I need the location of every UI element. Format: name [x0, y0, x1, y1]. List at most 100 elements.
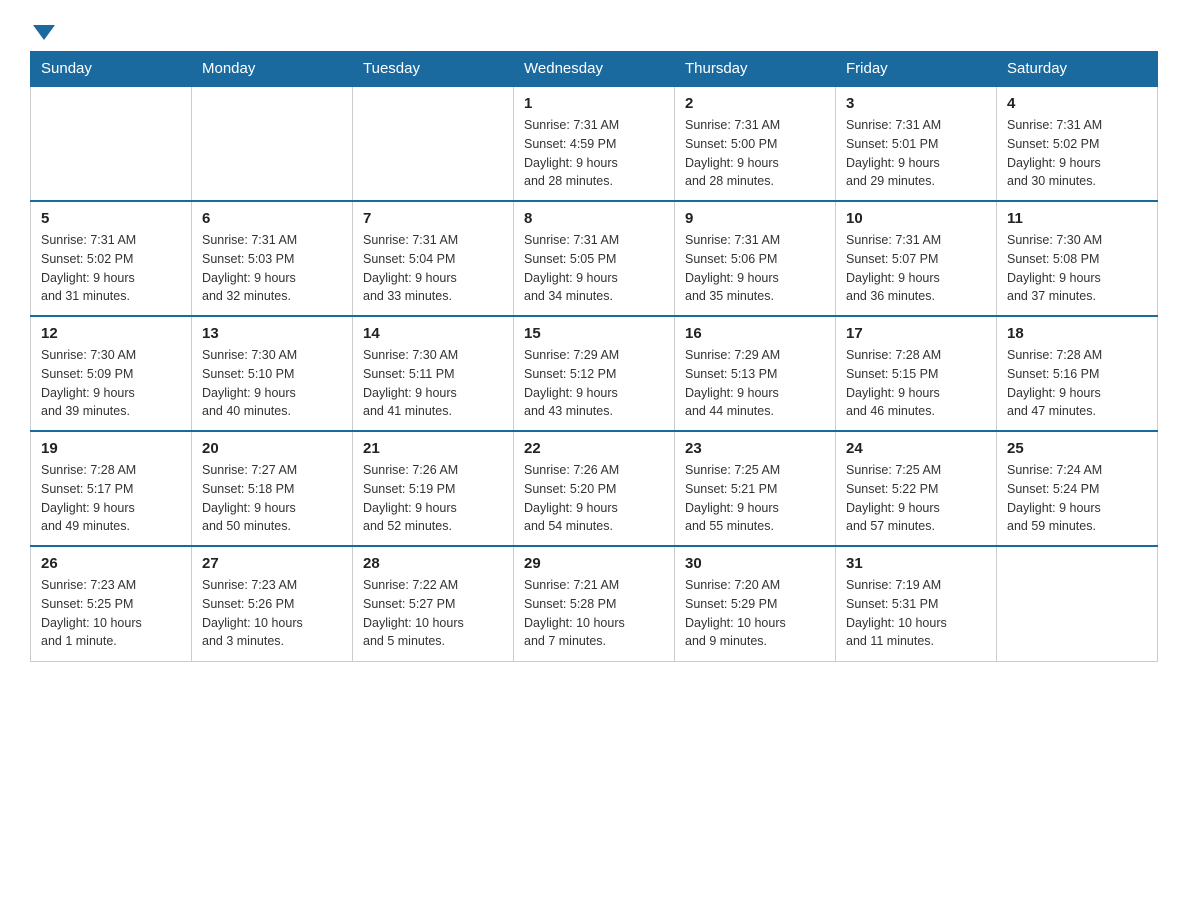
page-header	[30, 20, 1158, 35]
day-info: Sunrise: 7:31 AM Sunset: 5:04 PM Dayligh…	[363, 231, 503, 306]
day-info: Sunrise: 7:25 AM Sunset: 5:22 PM Dayligh…	[846, 461, 986, 536]
day-number: 23	[685, 440, 825, 457]
day-number: 12	[41, 325, 181, 342]
calendar-cell: 22 Sunrise: 7:26 AM Sunset: 5:20 PM Dayli…	[514, 431, 675, 546]
day-number: 6	[202, 210, 342, 227]
day-number: 8	[524, 210, 664, 227]
day-number: 16	[685, 325, 825, 342]
day-info: Sunrise: 7:26 AM Sunset: 5:20 PM Dayligh…	[524, 461, 664, 536]
calendar-cell: 18Sunrise: 7:28 AM Sunset: 5:16 PM Dayli…	[997, 316, 1158, 431]
calendar-cell	[31, 86, 192, 201]
day-number: 19	[41, 440, 181, 457]
calendar-cell: 30 Sunrise: 7:20 AM Sunset: 5:29 PM Dayli…	[675, 546, 836, 661]
weekday-header-saturday: Saturday	[997, 52, 1158, 87]
day-info: Sunrise: 7:30 AM Sunset: 5:10 PM Dayligh…	[202, 346, 342, 421]
day-info: Sunrise: 7:25 AM Sunset: 5:21 PM Dayligh…	[685, 461, 825, 536]
calendar-cell: 7 Sunrise: 7:31 AM Sunset: 5:04 PM Daylig…	[353, 201, 514, 316]
day-number: 13	[202, 325, 342, 342]
calendar-cell: 21Sunrise: 7:26 AM Sunset: 5:19 PM Dayli…	[353, 431, 514, 546]
day-info: Sunrise: 7:28 AM Sunset: 5:15 PM Dayligh…	[846, 346, 986, 421]
calendar-cell	[192, 86, 353, 201]
calendar-cell: 2 Sunrise: 7:31 AM Sunset: 5:00 PM Daylig…	[675, 86, 836, 201]
day-number: 27	[202, 555, 342, 572]
day-info: Sunrise: 7:22 AM Sunset: 5:27 PM Dayligh…	[363, 576, 503, 651]
weekday-header-friday: Friday	[836, 52, 997, 87]
day-info: Sunrise: 7:30 AM Sunset: 5:11 PM Dayligh…	[363, 346, 503, 421]
calendar-cell: 23 Sunrise: 7:25 AM Sunset: 5:21 PM Dayli…	[675, 431, 836, 546]
day-info: Sunrise: 7:28 AM Sunset: 5:17 PM Dayligh…	[41, 461, 181, 536]
weekday-header-sunday: Sunday	[31, 52, 192, 87]
day-number: 20	[202, 440, 342, 457]
calendar-week-row: 12 Sunrise: 7:30 AM Sunset: 5:09 PM Dayli…	[31, 316, 1158, 431]
calendar-header-row: SundayMondayTuesdayWednesdayThursdayFrid…	[31, 52, 1158, 87]
day-info: Sunrise: 7:31 AM Sunset: 4:59 PM Dayligh…	[524, 116, 664, 191]
day-info: Sunrise: 7:30 AM Sunset: 5:09 PM Dayligh…	[41, 346, 181, 421]
calendar-cell: 27 Sunrise: 7:23 AM Sunset: 5:26 PM Dayli…	[192, 546, 353, 661]
calendar-cell: 13 Sunrise: 7:30 AM Sunset: 5:10 PM Dayli…	[192, 316, 353, 431]
day-number: 2	[685, 95, 825, 112]
calendar-cell: 5 Sunrise: 7:31 AM Sunset: 5:02 PM Daylig…	[31, 201, 192, 316]
calendar-cell	[997, 546, 1158, 661]
day-number: 3	[846, 95, 986, 112]
day-number: 9	[685, 210, 825, 227]
calendar-cell: 31 Sunrise: 7:19 AM Sunset: 5:31 PM Dayli…	[836, 546, 997, 661]
calendar-cell: 28 Sunrise: 7:22 AM Sunset: 5:27 PM Dayli…	[353, 546, 514, 661]
calendar-week-row: 1 Sunrise: 7:31 AM Sunset: 4:59 PM Daylig…	[31, 86, 1158, 201]
calendar-cell: 24 Sunrise: 7:25 AM Sunset: 5:22 PM Dayli…	[836, 431, 997, 546]
day-number: 15	[524, 325, 664, 342]
day-number: 17	[846, 325, 986, 342]
calendar-week-row: 5 Sunrise: 7:31 AM Sunset: 5:02 PM Daylig…	[31, 201, 1158, 316]
day-info: Sunrise: 7:23 AM Sunset: 5:26 PM Dayligh…	[202, 576, 342, 651]
day-number: 11	[1007, 210, 1147, 227]
day-number: 5	[41, 210, 181, 227]
day-number: 7	[363, 210, 503, 227]
calendar-cell: 10Sunrise: 7:31 AM Sunset: 5:07 PM Dayli…	[836, 201, 997, 316]
day-number: 28	[363, 555, 503, 572]
day-number: 1	[524, 95, 664, 112]
calendar-cell: 9 Sunrise: 7:31 AM Sunset: 5:06 PM Daylig…	[675, 201, 836, 316]
calendar-cell: 12 Sunrise: 7:30 AM Sunset: 5:09 PM Dayli…	[31, 316, 192, 431]
day-info: Sunrise: 7:31 AM Sunset: 5:06 PM Dayligh…	[685, 231, 825, 306]
day-number: 31	[846, 555, 986, 572]
day-info: Sunrise: 7:21 AM Sunset: 5:28 PM Dayligh…	[524, 576, 664, 651]
logo-arrow-icon	[33, 25, 55, 40]
day-number: 22	[524, 440, 664, 457]
day-info: Sunrise: 7:20 AM Sunset: 5:29 PM Dayligh…	[685, 576, 825, 651]
calendar-cell: 17 Sunrise: 7:28 AM Sunset: 5:15 PM Dayli…	[836, 316, 997, 431]
day-info: Sunrise: 7:29 AM Sunset: 5:13 PM Dayligh…	[685, 346, 825, 421]
day-number: 24	[846, 440, 986, 457]
logo	[30, 20, 55, 35]
calendar-cell: 25Sunrise: 7:24 AM Sunset: 5:24 PM Dayli…	[997, 431, 1158, 546]
day-number: 29	[524, 555, 664, 572]
day-info: Sunrise: 7:30 AM Sunset: 5:08 PM Dayligh…	[1007, 231, 1147, 306]
weekday-header-thursday: Thursday	[675, 52, 836, 87]
calendar-cell: 3 Sunrise: 7:31 AM Sunset: 5:01 PM Daylig…	[836, 86, 997, 201]
calendar-week-row: 19 Sunrise: 7:28 AM Sunset: 5:17 PM Dayli…	[31, 431, 1158, 546]
calendar-cell: 1 Sunrise: 7:31 AM Sunset: 4:59 PM Daylig…	[514, 86, 675, 201]
day-number: 10	[846, 210, 986, 227]
day-number: 30	[685, 555, 825, 572]
day-info: Sunrise: 7:29 AM Sunset: 5:12 PM Dayligh…	[524, 346, 664, 421]
day-number: 18	[1007, 325, 1147, 342]
weekday-header-wednesday: Wednesday	[514, 52, 675, 87]
day-info: Sunrise: 7:31 AM Sunset: 5:02 PM Dayligh…	[41, 231, 181, 306]
day-number: 4	[1007, 95, 1147, 112]
day-info: Sunrise: 7:19 AM Sunset: 5:31 PM Dayligh…	[846, 576, 986, 651]
weekday-header-monday: Monday	[192, 52, 353, 87]
day-number: 14	[363, 325, 503, 342]
calendar-week-row: 26Sunrise: 7:23 AM Sunset: 5:25 PM Dayli…	[31, 546, 1158, 661]
day-info: Sunrise: 7:31 AM Sunset: 5:05 PM Dayligh…	[524, 231, 664, 306]
calendar-cell: 20Sunrise: 7:27 AM Sunset: 5:18 PM Dayli…	[192, 431, 353, 546]
weekday-header-tuesday: Tuesday	[353, 52, 514, 87]
calendar-cell: 16 Sunrise: 7:29 AM Sunset: 5:13 PM Dayli…	[675, 316, 836, 431]
calendar-cell	[353, 86, 514, 201]
day-number: 25	[1007, 440, 1147, 457]
calendar-cell: 14 Sunrise: 7:30 AM Sunset: 5:11 PM Dayli…	[353, 316, 514, 431]
calendar-cell: 6Sunrise: 7:31 AM Sunset: 5:03 PM Daylig…	[192, 201, 353, 316]
calendar-cell: 29 Sunrise: 7:21 AM Sunset: 5:28 PM Dayli…	[514, 546, 675, 661]
day-number: 21	[363, 440, 503, 457]
day-info: Sunrise: 7:31 AM Sunset: 5:00 PM Dayligh…	[685, 116, 825, 191]
calendar-cell: 26Sunrise: 7:23 AM Sunset: 5:25 PM Dayli…	[31, 546, 192, 661]
day-info: Sunrise: 7:31 AM Sunset: 5:01 PM Dayligh…	[846, 116, 986, 191]
day-info: Sunrise: 7:31 AM Sunset: 5:02 PM Dayligh…	[1007, 116, 1147, 191]
